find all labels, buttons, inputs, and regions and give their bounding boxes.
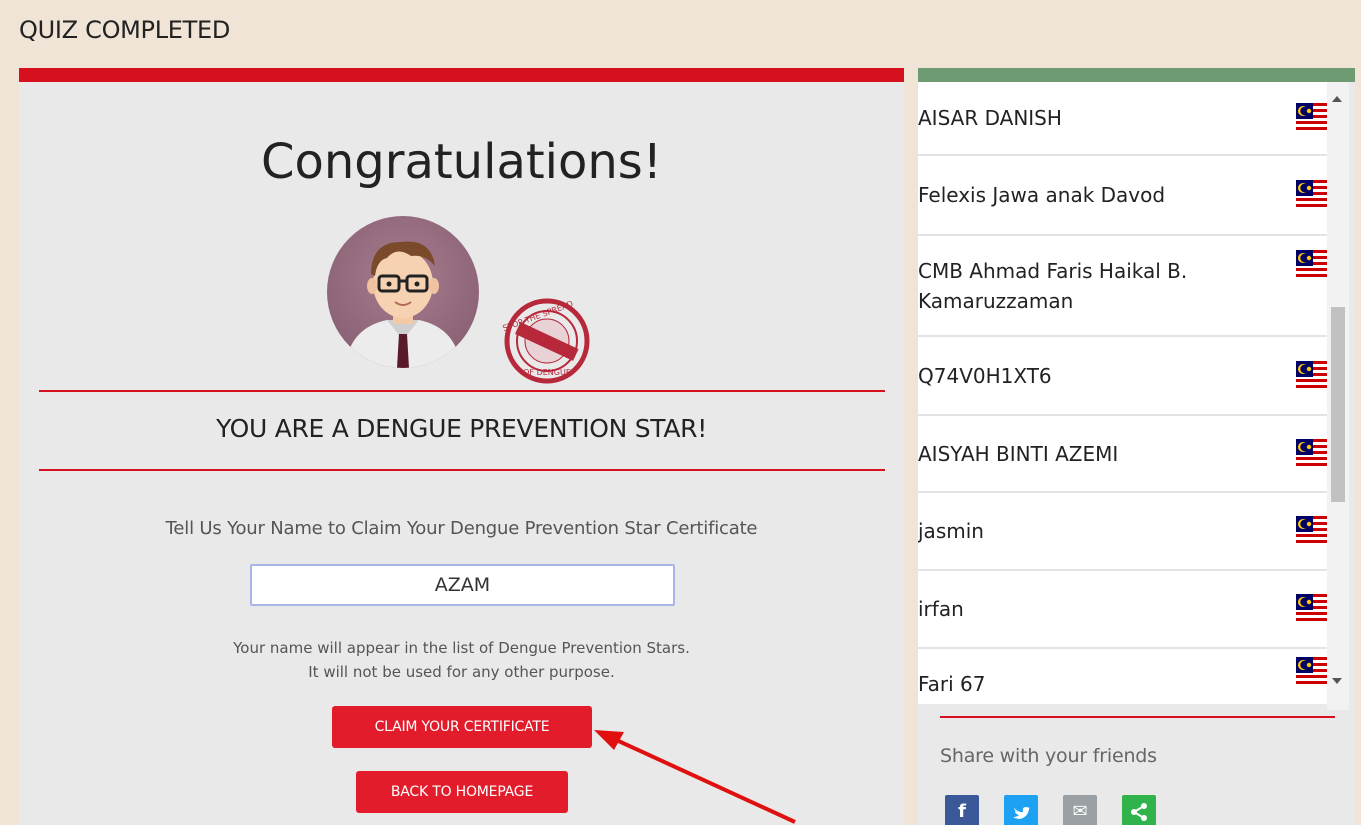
malaysia-flag-icon bbox=[1296, 594, 1330, 624]
svg-text:OF DENGUE: OF DENGUE bbox=[523, 368, 571, 377]
star-name: CMB Ahmad Faris Haikal B. Kamaruzzaman bbox=[918, 258, 1188, 313]
scroll-down-arrow-icon[interactable] bbox=[1332, 678, 1342, 684]
share-icon bbox=[1131, 803, 1147, 821]
star-name: Fari 67 bbox=[918, 672, 986, 696]
star-name: irfan bbox=[918, 597, 964, 621]
list-item: Fari 67 bbox=[918, 649, 1342, 704]
page-title: QUIZ COMPLETED bbox=[19, 16, 231, 44]
star-name: Felexis Jawa anak Davod bbox=[918, 183, 1166, 207]
malaysia-flag-icon bbox=[1296, 180, 1330, 210]
annotation-arrow-icon bbox=[594, 730, 796, 824]
divider bbox=[39, 390, 885, 392]
email-share-button[interactable]: ✉ bbox=[1063, 795, 1097, 825]
generic-share-button[interactable] bbox=[1122, 795, 1156, 825]
facebook-share-button[interactable]: f bbox=[945, 795, 979, 825]
privacy-note: Your name will appear in the list of Den… bbox=[19, 636, 904, 684]
privacy-note-line: Your name will appear in the list of Den… bbox=[233, 639, 690, 657]
stars-list[interactable]: AISAR DANISH Felexis Jawa anak Davod CMB… bbox=[918, 82, 1342, 704]
malaysia-flag-icon bbox=[1296, 103, 1330, 133]
share-label: Share with your friends bbox=[940, 745, 1157, 767]
list-item: AISYAH BINTI AZEMI bbox=[918, 416, 1342, 493]
prevention-star-title: YOU ARE A DENGUE PREVENTION STAR! bbox=[216, 414, 707, 443]
email-icon: ✉ bbox=[1072, 801, 1088, 822]
malaysia-flag-icon bbox=[1296, 438, 1330, 469]
congratulations-heading: Congratulations! bbox=[260, 134, 663, 190]
malaysia-flag-icon bbox=[1296, 250, 1330, 280]
name-input[interactable] bbox=[250, 564, 675, 606]
star-name: AISYAH BINTI AZEMI bbox=[918, 441, 1119, 466]
scroll-up-arrow-icon[interactable] bbox=[1332, 96, 1342, 102]
facebook-icon: f bbox=[958, 801, 966, 822]
back-to-homepage-button[interactable]: BACK TO HOMEPAGE bbox=[356, 771, 568, 813]
star-name: AISAR DANISH bbox=[918, 106, 1062, 130]
malaysia-flag-icon bbox=[1296, 516, 1330, 546]
list-item: Felexis Jawa anak Davod bbox=[918, 156, 1342, 236]
avatar-illustration bbox=[345, 241, 461, 368]
divider bbox=[940, 716, 1335, 718]
privacy-note-line: It will not be used for any other purpos… bbox=[308, 663, 615, 681]
twitter-icon bbox=[1013, 807, 1030, 819]
star-name: jasmin bbox=[918, 519, 984, 543]
list-item: irfan bbox=[918, 571, 1342, 649]
list-item: CMB Ahmad Faris Haikal B. Kamaruzzaman bbox=[918, 236, 1342, 337]
list-item: jasmin bbox=[918, 493, 1342, 571]
list-item: Q74V0H1XT6 bbox=[918, 337, 1342, 416]
quiz-result-panel: Congratulations! STOP THE SPREAD OF DENG… bbox=[19, 68, 904, 825]
stop-the-spread-stamp-icon: STOP THE SPREAD OF DENGUE bbox=[501, 295, 593, 387]
divider bbox=[39, 469, 885, 471]
star-name: Q74V0H1XT6 bbox=[918, 363, 1052, 388]
twitter-share-button[interactable] bbox=[1004, 795, 1038, 825]
list-item: AISAR DANISH bbox=[918, 82, 1342, 156]
stars-list-scrollbar[interactable] bbox=[1327, 82, 1349, 710]
claim-certificate-button[interactable]: CLAIM YOUR CERTIFICATE bbox=[332, 706, 592, 748]
claim-prompt: Tell Us Your Name to Claim Your Dengue P… bbox=[165, 518, 758, 539]
malaysia-flag-icon bbox=[1296, 360, 1330, 391]
avatar bbox=[327, 216, 479, 368]
scrollbar-thumb[interactable] bbox=[1331, 307, 1345, 502]
malaysia-flag-icon bbox=[1296, 657, 1330, 687]
stars-panel: AISAR DANISH Felexis Jawa anak Davod CMB… bbox=[918, 68, 1355, 825]
